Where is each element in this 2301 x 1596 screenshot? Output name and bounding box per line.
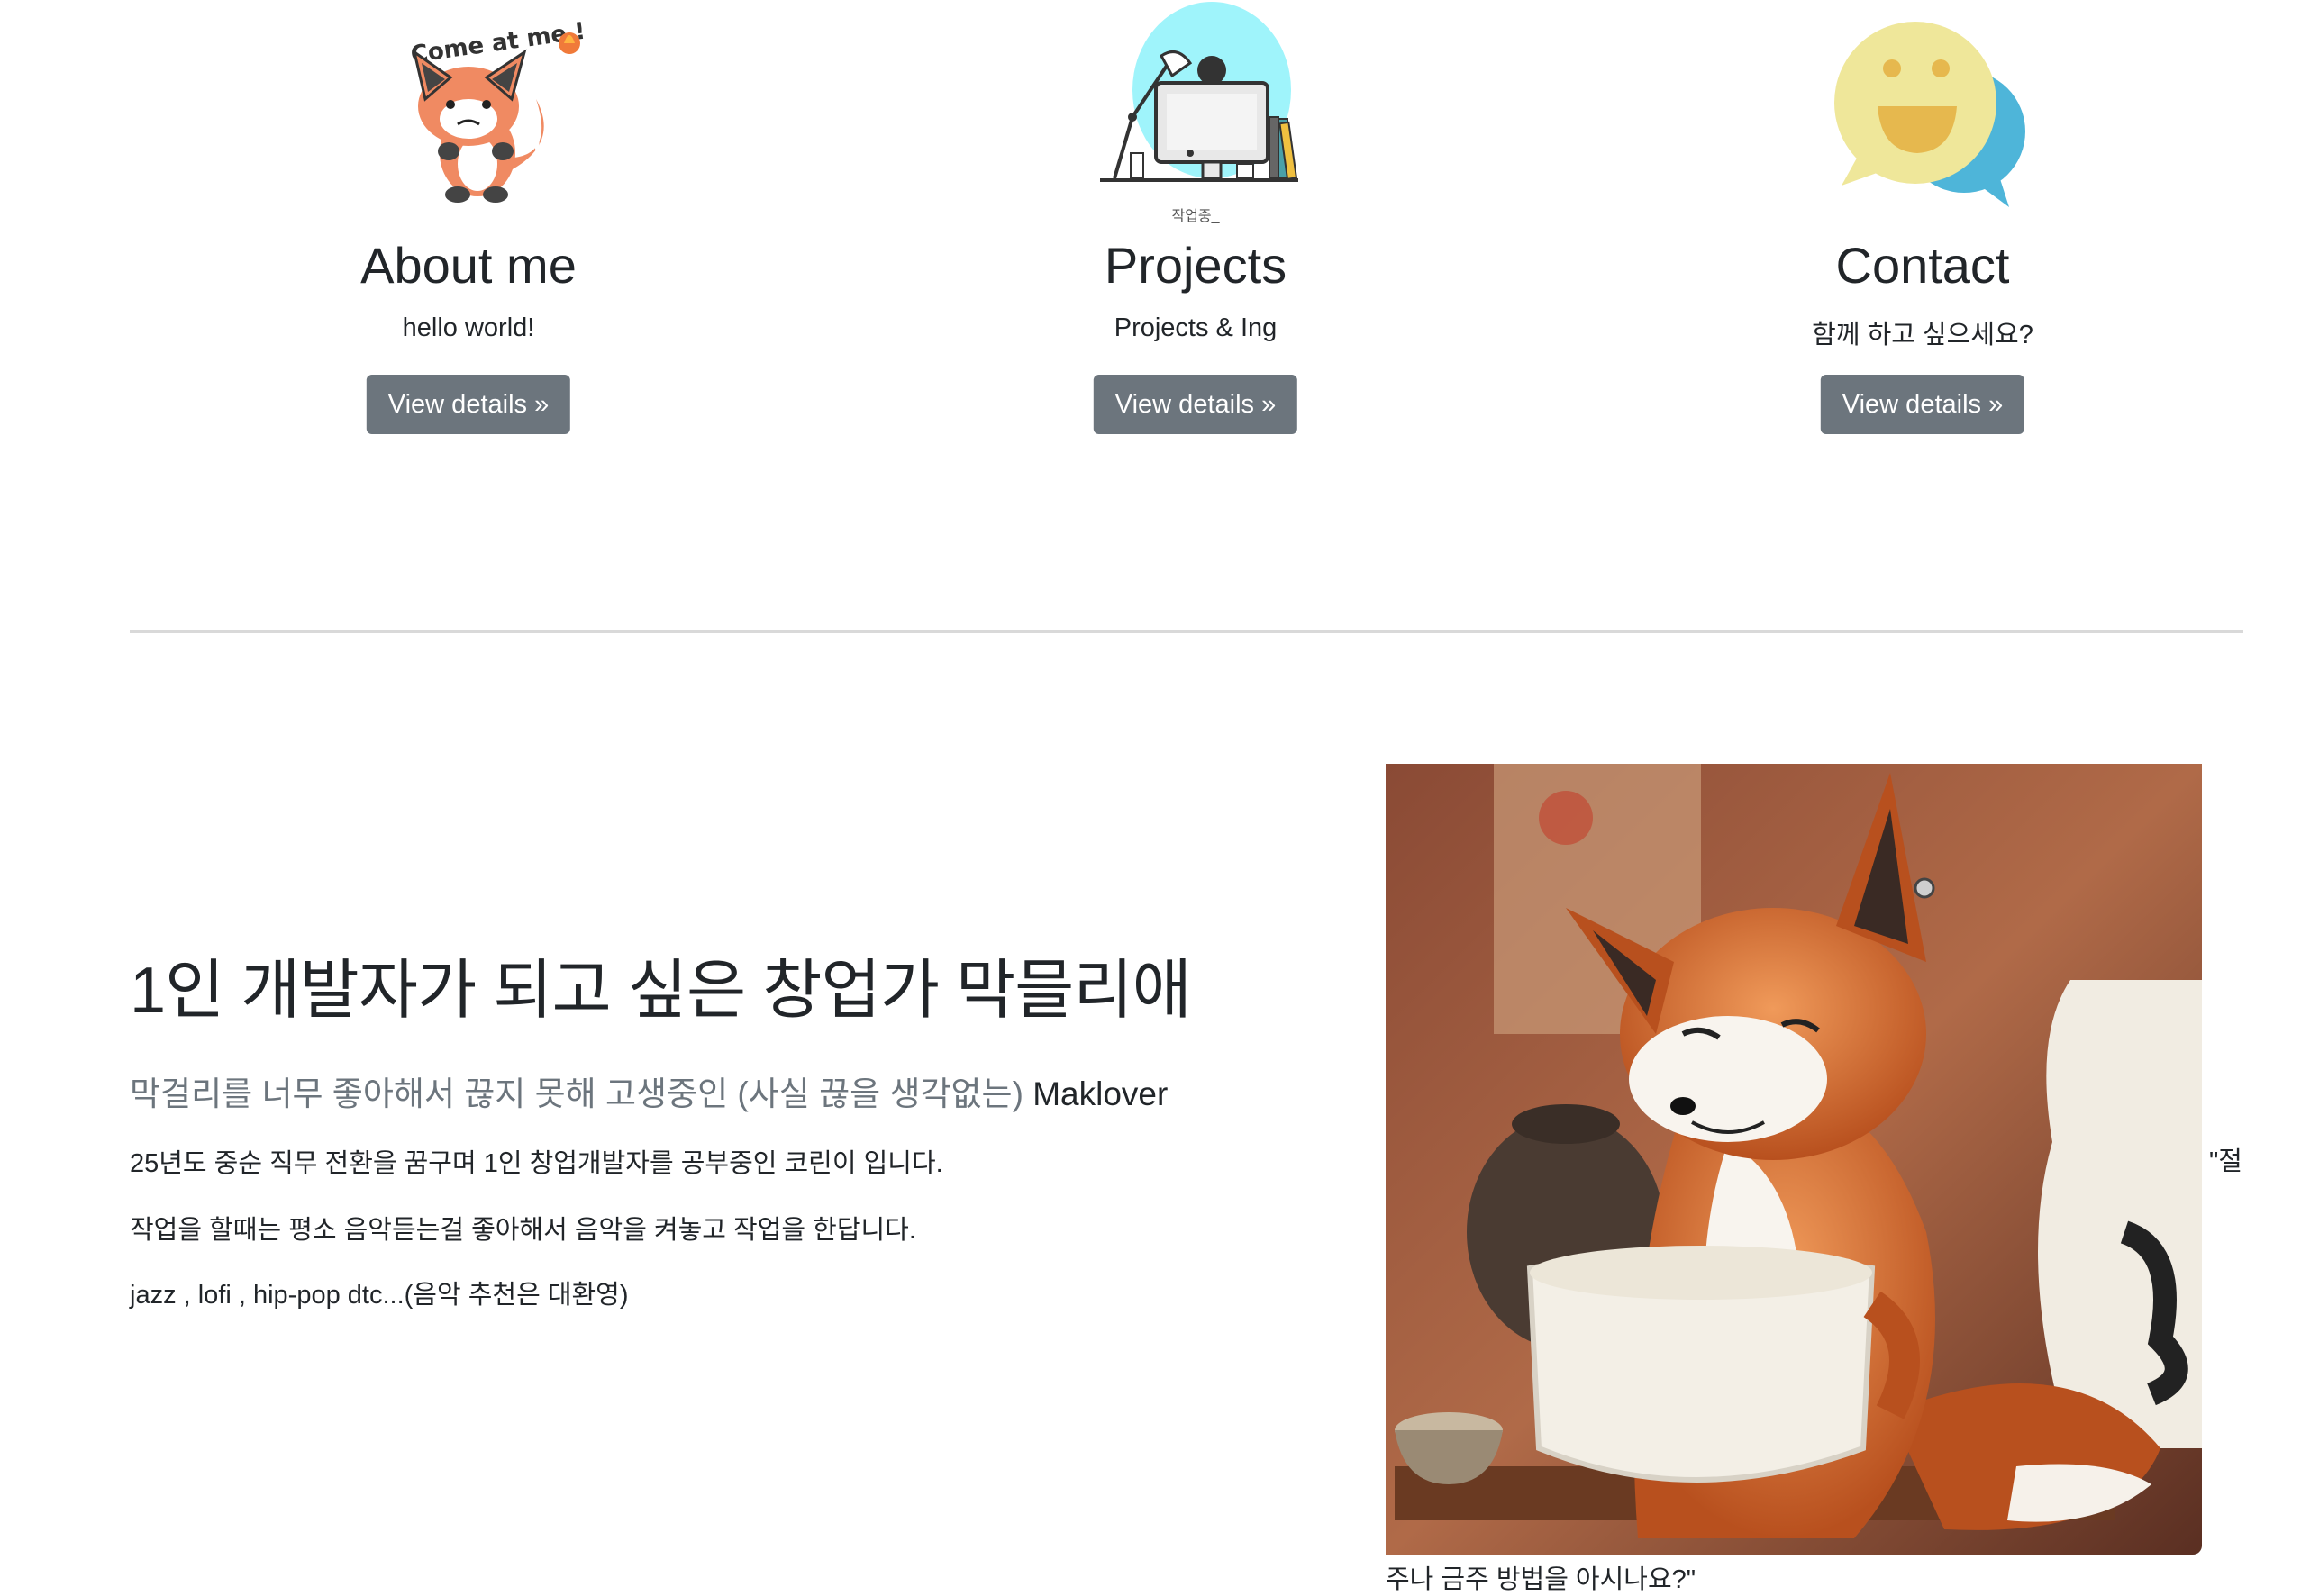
card-text: 함께 하고 싶으세요?	[1812, 321, 2033, 349]
card-contact: Contact 함께 하고 싶으세요? View details »	[1652, 0, 2193, 434]
featurette-lead: 막걸리를 너무 좋아해서 끊지 못해 고생중인 (사실 끊을 생각없는) Mak…	[130, 1066, 1168, 1115]
desk-workstation-icon: 작업중_	[1078, 0, 1313, 225]
card-title: About me	[360, 237, 577, 294]
featurette-paragraph-2: 작업을 할때는 평소 음악듣는걸 좋아해서 음악을 켜놓고 작업을 한답니다.	[130, 1216, 916, 1245]
card-projects: 작업중_ Projects Projects & Ing View detail…	[925, 0, 1466, 434]
fox-sticker-icon: Come at me !	[351, 0, 587, 225]
featurette-divider	[130, 630, 2243, 633]
lead-english: Maklover	[1032, 1075, 1169, 1112]
featurette-heading: 1인 개발자가 되고 싶은 창업가 막믈리애	[130, 955, 1192, 1027]
quote-start: "절	[2209, 1147, 2242, 1176]
card-text: Projects & Ing	[1114, 313, 1278, 342]
card-title: Contact	[1835, 237, 2010, 294]
quote-end: 주나 금주 방법을 아시나요?"	[1386, 1565, 1696, 1594]
featurette-paragraph-3: jazz , lofi , hip-pop dtc...(음악 추천은 대환영)	[130, 1281, 629, 1310]
card-about: Come at me ! About me hello world! View …	[198, 0, 739, 434]
view-details-projects-button[interactable]: View details »	[1093, 375, 1298, 434]
featurette-paragraph-1: 25년도 중순 직무 전환을 꿈구며 1인 창업개발자를 공부중인 코린이 입니…	[130, 1149, 943, 1178]
chat-bubble-smile-icon	[1805, 0, 2040, 225]
fox-with-makgeolli-image	[1386, 764, 2202, 1555]
card-text: hello world!	[402, 313, 535, 342]
work-in-progress-caption: 작업중_	[1171, 209, 1220, 224]
card-title: Projects	[1104, 237, 1287, 294]
view-details-about-button[interactable]: View details »	[366, 375, 571, 434]
view-details-contact-button[interactable]: View details »	[1820, 375, 2025, 434]
lead-korean: 막걸리를 너무 좋아해서 끊지 못해 고생중인 (사실 끊을 생각없는)	[130, 1075, 1033, 1112]
